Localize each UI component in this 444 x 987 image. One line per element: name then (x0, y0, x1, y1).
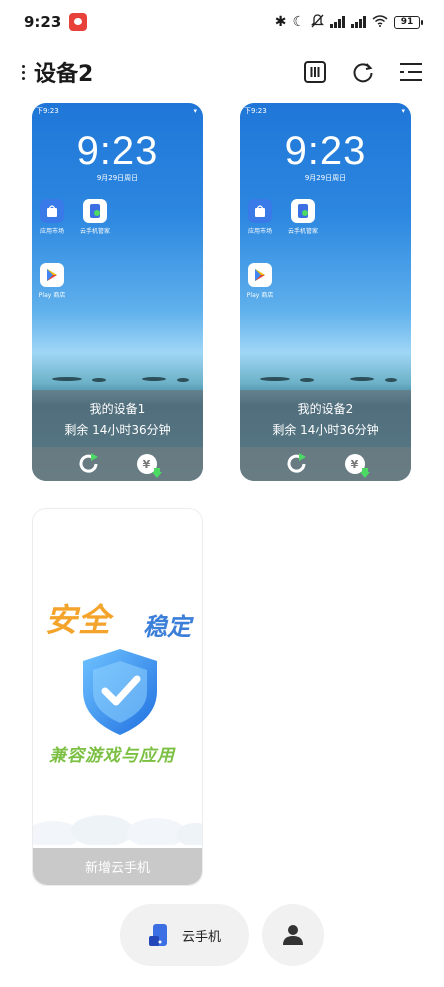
signal-icon-1 (330, 16, 345, 28)
add-cloud-phone-card[interactable]: 安全 稳定 兼容游戏与应用 新增云手机 (32, 508, 203, 886)
play-store-icon (248, 263, 272, 287)
phone-status-bar: 下9:23 ▾ (36, 105, 197, 117)
device-card-1[interactable]: 下9:23 ▾ 9:23 9月29日周日 应用市场 云手机管家 Play 商店 (32, 103, 203, 481)
refresh-icon (353, 63, 373, 83)
phone-status-time: 下9:23 (36, 107, 59, 115)
app-label: 应用市场 (247, 228, 272, 235)
renew-button[interactable]: ¥ (343, 452, 370, 478)
yen-icon: ¥ (136, 454, 162, 478)
title-wrap: 设备2 (20, 56, 302, 88)
horizon-rocks (240, 371, 411, 389)
phone-clock: 9:23 (284, 129, 367, 173)
bluetooth-icon: ✱ (274, 14, 287, 30)
phone-status-bar: 下9:23 ▾ (244, 105, 405, 117)
phone-wifi-icon: ▾ (401, 107, 405, 115)
list-menu-icon (400, 63, 422, 81)
battery-icon: 91 (394, 15, 423, 29)
device-name: 我的设备1 (89, 401, 146, 416)
promo-text-stable: 稳定 (143, 613, 191, 641)
header-actions (302, 59, 424, 85)
device-actions: ¥ (32, 447, 203, 481)
phone-wifi-icon: ▾ (193, 107, 197, 115)
page-title: 设备2 (34, 62, 94, 87)
bottom-nav: 云手机 (0, 904, 444, 966)
nav-cloud-phone-label: 云手机 (181, 929, 221, 945)
clouds-decoration (33, 815, 202, 845)
restart-icon (287, 453, 306, 473)
status-bar: 9:23 ✱ ☾ 91 (0, 0, 444, 44)
app-label: Play 商店 (38, 292, 66, 299)
yen-icon: ¥ (344, 454, 370, 478)
restart-button[interactable] (77, 452, 101, 476)
device-info-overlay: 我的设备2 剩余 14小时36分钟 (240, 390, 411, 447)
app-market: 应用市场 (240, 199, 280, 235)
cloud-phone-icon (148, 924, 167, 946)
app-label: 应用市场 (39, 228, 64, 235)
add-cloud-phone-button[interactable]: 新增云手机 (33, 848, 202, 885)
status-left: 9:23 (24, 13, 88, 31)
refresh-button[interactable] (350, 59, 376, 85)
device-actions: ¥ (240, 447, 411, 481)
cloud-phone-manager-icon (83, 199, 107, 223)
renew-button[interactable]: ¥ (135, 452, 162, 478)
grid-view-button[interactable] (302, 59, 328, 85)
shopping-bag-icon (40, 199, 64, 223)
app-label: Play 商店 (246, 292, 274, 299)
restart-icon (79, 453, 98, 473)
mute-bell-icon (310, 13, 325, 31)
horizon-rocks (32, 371, 203, 389)
app-screen: 9:23 ✱ ☾ 91 设备2 下9:23 ▾ 9:23 9月29日周日 应用市… (0, 0, 444, 987)
phone-date: 9月29日周日 (304, 174, 347, 182)
shopping-bag-icon (248, 199, 272, 223)
device-card-2[interactable]: 下9:23 ▾ 9:23 9月29日周日 应用市场 云手机管家 Play 商店 (240, 103, 411, 481)
menu-button[interactable] (398, 59, 424, 85)
grid-view-icon (304, 61, 326, 83)
header: 设备2 (0, 52, 444, 92)
phone-status-time: 下9:23 (244, 107, 267, 115)
app-cloud-manager: 云手机管家 (75, 199, 115, 235)
app-market: 应用市场 (32, 199, 72, 235)
device-name: 我的设备2 (297, 401, 354, 416)
more-vertical-icon[interactable] (20, 64, 26, 80)
shield-check-icon (83, 649, 157, 735)
app-label: 云手机管家 (287, 228, 318, 235)
signal-icon-2 (351, 16, 366, 28)
promo-text-security: 安全 (45, 601, 112, 639)
nav-cloud-phone[interactable]: 云手机 (120, 904, 249, 966)
nav-profile[interactable] (262, 904, 324, 966)
play-store-icon (40, 263, 64, 287)
phone-date: 9月29日周日 (96, 174, 139, 182)
status-time: 9:23 (24, 13, 62, 31)
device-info-overlay: 我的设备1 剩余 14小时36分钟 (32, 390, 203, 447)
promo-text-compat: 兼容游戏与应用 (49, 746, 175, 766)
phone-clock: 9:23 (76, 129, 159, 173)
user-icon (283, 925, 303, 945)
restart-button[interactable] (285, 452, 309, 476)
wifi-icon (372, 14, 388, 30)
app-label: 云手机管家 (79, 228, 110, 235)
device-remaining-time: 剩余 14小时36分钟 (64, 422, 171, 437)
status-right: ✱ ☾ 91 (274, 13, 423, 31)
cloud-phone-manager-icon (291, 199, 315, 223)
app-play-store: Play 商店 (240, 263, 280, 299)
app-cloud-manager: 云手机管家 (283, 199, 323, 235)
app-play-store: Play 商店 (32, 263, 72, 299)
notification-app-icon (69, 13, 88, 31)
moon-icon: ☾ (292, 14, 305, 30)
device-remaining-time: 剩余 14小时36分钟 (272, 422, 379, 437)
